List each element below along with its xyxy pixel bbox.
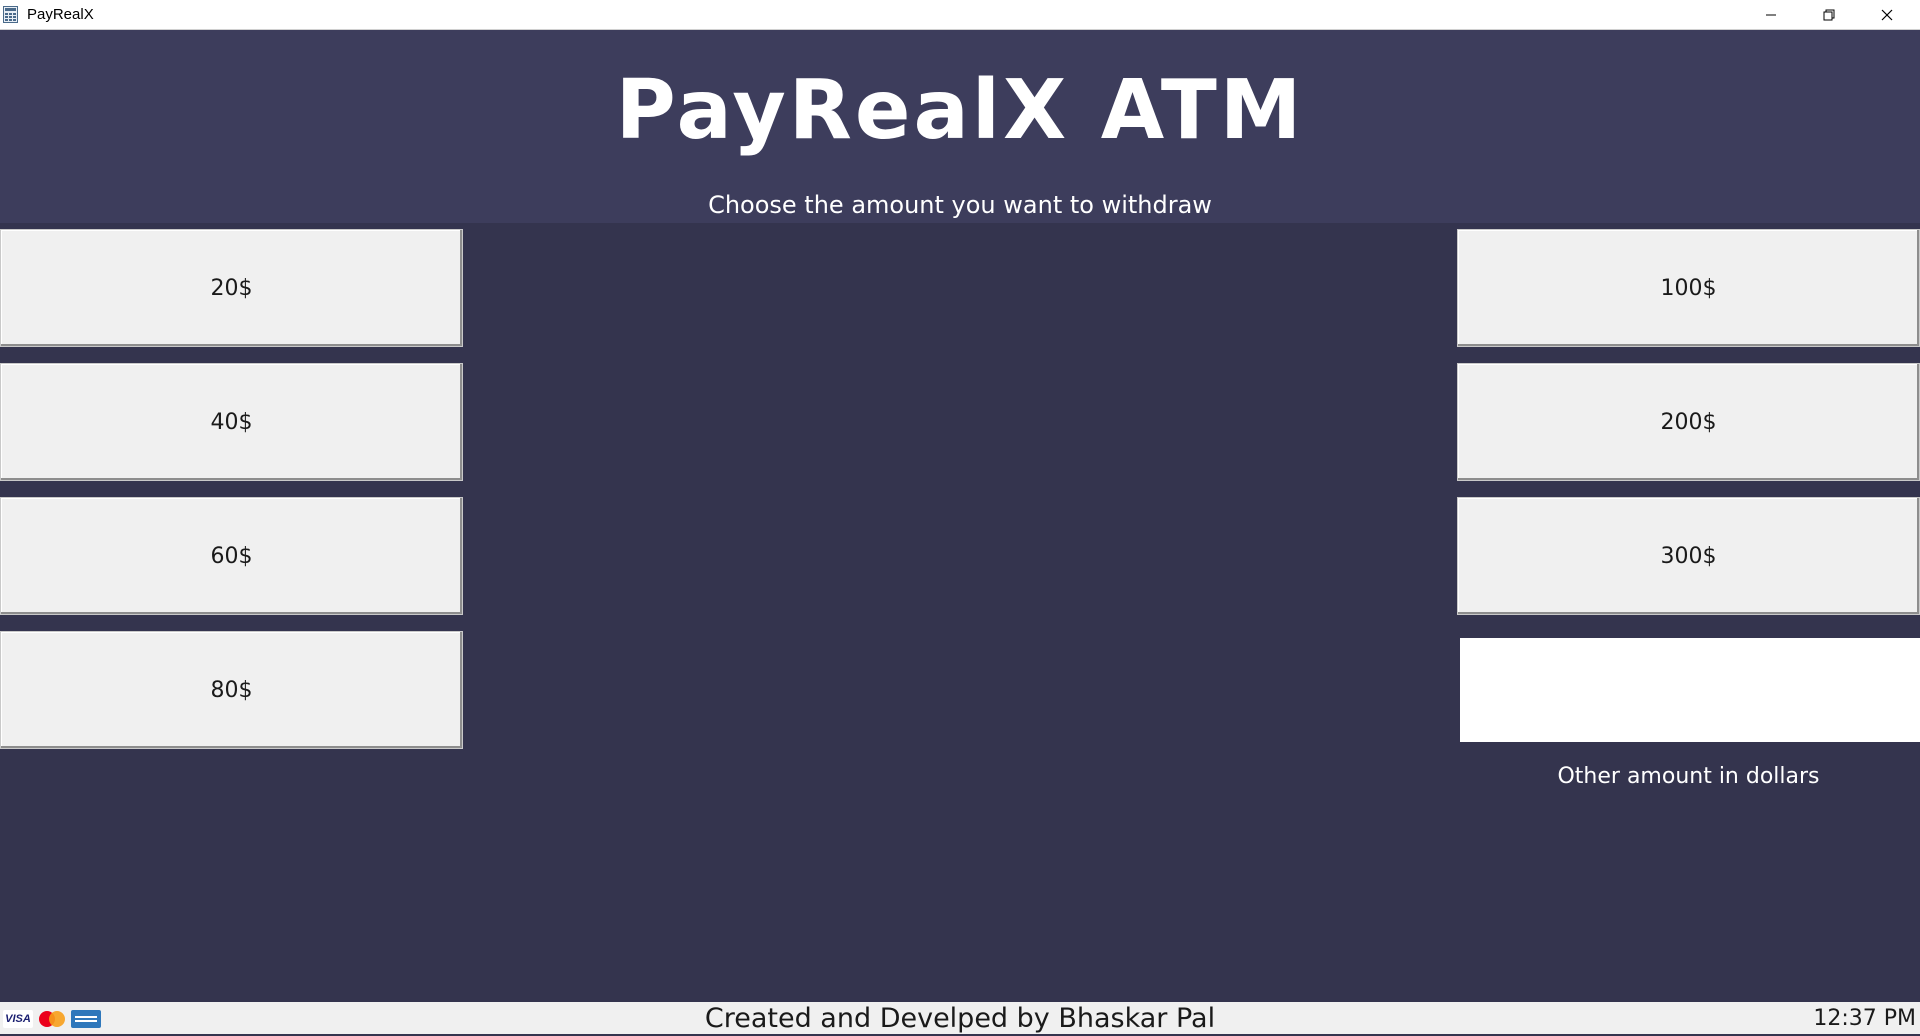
restore-button[interactable] (1800, 0, 1858, 29)
amount-60-button[interactable]: 60$ (0, 497, 463, 615)
amount-80-button[interactable]: 80$ (0, 631, 463, 749)
amount-300-button[interactable]: 300$ (1457, 497, 1920, 615)
page-subtitle: Choose the amount you want to withdraw (708, 191, 1212, 219)
restore-icon (1823, 9, 1835, 20)
amount-200-button[interactable]: 200$ (1457, 363, 1920, 481)
minimize-icon (1766, 14, 1776, 15)
amount-20-button[interactable]: 20$ (0, 229, 463, 347)
calculator-icon (3, 6, 18, 23)
other-amount-input[interactable] (1460, 638, 1920, 742)
close-button[interactable] (1858, 0, 1916, 29)
other-amount-label: Other amount in dollars (1557, 764, 1820, 789)
page-title: PayRealX ATM (615, 63, 1305, 158)
title-bar: PayRealX (0, 0, 1920, 30)
clock: 12:37 PM (1813, 1006, 1916, 1031)
minimize-button[interactable] (1742, 0, 1800, 29)
credits-text: Created and Develped by Bhaskar Pal (704, 1003, 1216, 1034)
amount-40-button[interactable]: 40$ (0, 363, 463, 481)
close-icon (1881, 9, 1893, 20)
window-title: PayRealX (27, 6, 94, 23)
status-bar: VISA Created and Develped by Bhaskar Pal… (0, 1002, 1920, 1034)
amount-100-button[interactable]: 100$ (1457, 229, 1920, 347)
